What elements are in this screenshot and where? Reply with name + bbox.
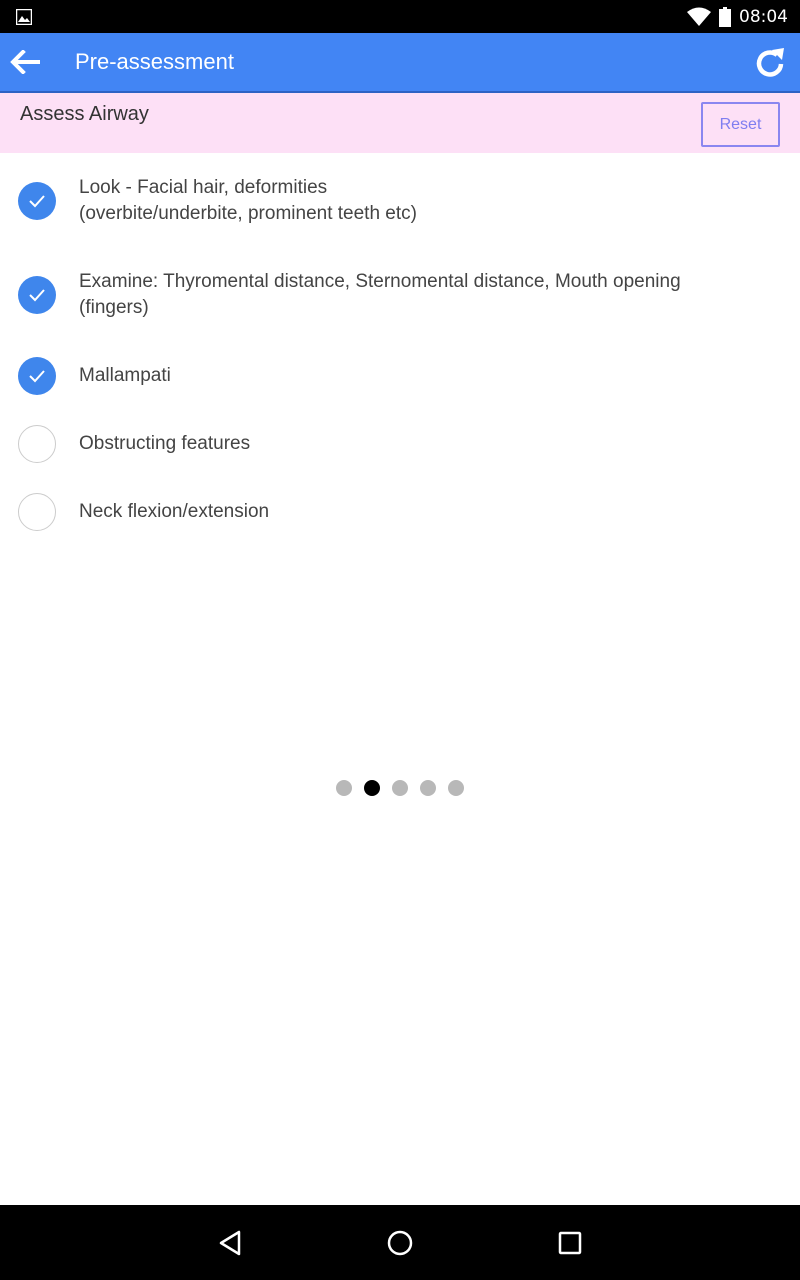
wifi-icon — [687, 7, 711, 26]
checkbox-checked[interactable] — [18, 276, 56, 314]
nav-home-button[interactable] — [380, 1223, 420, 1263]
system-nav-bar — [0, 1205, 800, 1280]
section-header: Assess Airway Reset — [0, 91, 800, 153]
home-circle-icon — [387, 1230, 413, 1256]
checkmark-icon — [29, 289, 45, 302]
page-dot[interactable] — [420, 780, 436, 796]
back-triangle-icon — [219, 1230, 241, 1256]
nav-recents-button[interactable] — [550, 1223, 590, 1263]
reset-button[interactable]: Reset — [701, 102, 780, 147]
recents-square-icon — [558, 1231, 582, 1255]
page-dot-active[interactable] — [364, 780, 380, 796]
checklist-item-neck[interactable]: Neck flexion/extension — [0, 493, 800, 531]
section-title: Assess Airway — [20, 103, 149, 125]
nav-back-button[interactable] — [210, 1223, 250, 1263]
checklist-item-label: Mallampati — [79, 365, 171, 386]
arrow-left-icon — [10, 50, 40, 74]
checklist-item-obstructing[interactable]: Obstructing features — [0, 425, 800, 463]
checklist-item-line: (overbite/underbite, prominent teeth etc… — [79, 203, 417, 224]
checkbox-checked[interactable] — [18, 357, 56, 395]
checklist-item-line: Look - Facial hair, deformities — [79, 177, 328, 198]
checklist-item-look[interactable]: Look - Facial hair, deformities (overbit… — [0, 175, 800, 245]
gallery-notification-icon — [16, 9, 32, 25]
refresh-button[interactable] — [750, 43, 790, 83]
checkmark-icon — [29, 370, 45, 383]
checkbox-unchecked[interactable] — [18, 493, 56, 531]
app-bar: Pre-assessment — [0, 33, 800, 91]
checkmark-icon — [29, 195, 45, 208]
back-button[interactable] — [8, 46, 44, 78]
checkbox-checked[interactable] — [18, 182, 56, 220]
checklist-item-label: Examine: Thyromental distance, Sternomen… — [79, 269, 779, 321]
checklist-item-label: Obstructing features — [79, 433, 251, 454]
checklist-item-line: (fingers) — [79, 297, 149, 318]
refresh-icon — [756, 48, 784, 77]
page-dot[interactable] — [392, 780, 408, 796]
checklist-item-label: Look - Facial hair, deformities (overbit… — [79, 175, 779, 227]
checkbox-unchecked[interactable] — [18, 425, 56, 463]
checklist-item-line: Examine: Thyromental distance, Sternomen… — [79, 271, 681, 292]
checklist-item-examine[interactable]: Examine: Thyromental distance, Sternomen… — [0, 269, 800, 339]
checklist-item-mallampati[interactable]: Mallampati — [0, 357, 800, 395]
page-dot[interactable] — [448, 780, 464, 796]
checklist-item-label: Neck flexion/extension — [79, 501, 270, 522]
page-indicator — [0, 780, 800, 796]
page-title: Pre-assessment — [75, 49, 234, 74]
status-bar: 08:04 — [0, 0, 800, 33]
page-dot[interactable] — [336, 780, 352, 796]
status-time: 08:04 — [739, 6, 788, 27]
battery-icon — [719, 6, 731, 27]
